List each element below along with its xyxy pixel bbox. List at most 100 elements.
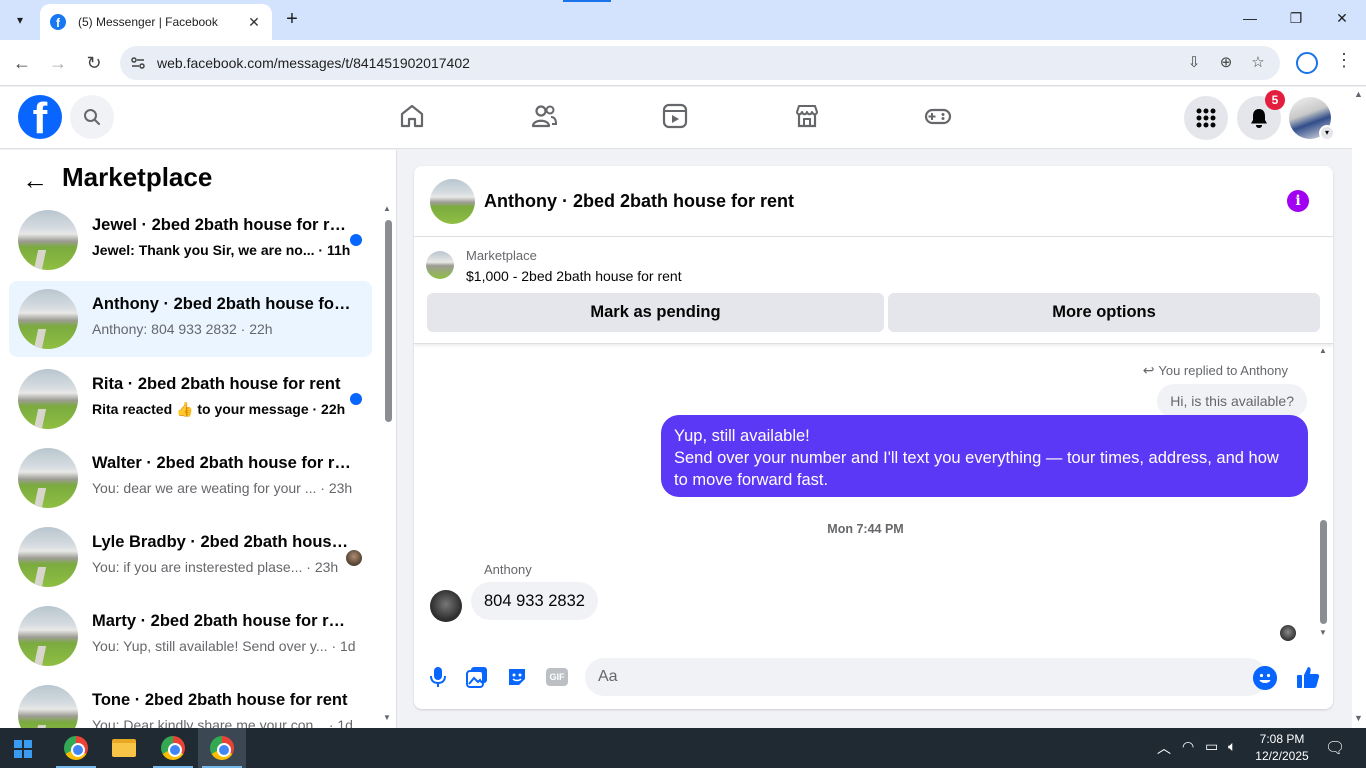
restore-icon[interactable]: ❐ bbox=[1286, 10, 1306, 27]
listing-thumbnail[interactable] bbox=[426, 251, 454, 279]
clock-time: 7:08 PM bbox=[1259, 732, 1305, 746]
microphone-button[interactable] bbox=[425, 664, 451, 690]
battery-icon[interactable]: ▭ bbox=[1205, 738, 1218, 755]
bell-icon bbox=[1251, 109, 1267, 128]
conversation-preview: You: dear we are weating for your ... · … bbox=[92, 480, 353, 496]
conversation-item-marty[interactable]: Marty · 2bed 2bath house for rent You: Y… bbox=[9, 598, 372, 674]
reply-note: ↩ You replied to Anthony bbox=[1143, 362, 1288, 379]
sidebar-scrollbar[interactable] bbox=[385, 220, 392, 422]
search-icon bbox=[84, 109, 100, 125]
clock-date: 12/2/2025 bbox=[1255, 749, 1309, 763]
sticker-icon bbox=[509, 669, 525, 685]
conversation-item-tone[interactable]: Tone · 2bed 2bath house for rent You: De… bbox=[9, 677, 372, 728]
browser-tab[interactable]: f (5) Messenger | Facebook ✕ bbox=[40, 4, 272, 40]
home-icon[interactable] bbox=[398, 102, 426, 130]
sender-avatar[interactable] bbox=[430, 590, 462, 622]
reload-icon[interactable]: ↻ bbox=[83, 52, 105, 74]
browser-profile-icon[interactable] bbox=[1296, 52, 1318, 74]
marketplace-conversation-list: ← Marketplace Jewel · 2bed 2bath house f… bbox=[0, 150, 397, 728]
seen-avatar bbox=[346, 550, 362, 566]
taskbar-chrome-app[interactable] bbox=[52, 728, 100, 768]
facebook-logo-icon[interactable]: f bbox=[18, 95, 62, 139]
quoted-message[interactable]: Hi, is this available? bbox=[1157, 384, 1307, 418]
taskbar-chrome-profile-3[interactable] bbox=[198, 728, 246, 768]
outgoing-message[interactable]: Yup, still available! Send over your num… bbox=[661, 415, 1308, 497]
conversation-name: Marty · 2bed 2bath house for rent bbox=[92, 612, 352, 630]
zoom-icon[interactable]: ⊕ bbox=[1216, 53, 1236, 73]
unread-dot-icon bbox=[350, 234, 362, 246]
window-close-icon[interactable]: ✕ bbox=[1332, 10, 1352, 27]
emoji-icon[interactable] bbox=[1253, 666, 1277, 690]
conversation-item-lyle-bradby[interactable]: Lyle Bradby · 2bed 2bath house for rent … bbox=[9, 519, 372, 595]
scroll-up-arrow-icon[interactable]: ▲ bbox=[383, 204, 391, 213]
unread-dot-icon bbox=[350, 393, 362, 405]
conversation-name: Rita · 2bed 2bath house for rent bbox=[92, 375, 341, 393]
tab-close-icon[interactable]: ✕ bbox=[246, 14, 262, 31]
bookmark-star-icon[interactable]: ☆ bbox=[1248, 53, 1268, 73]
conversation-item-jewel[interactable]: Jewel · 2bed 2bath house for rent Jewel:… bbox=[9, 202, 372, 278]
gaming-icon[interactable] bbox=[924, 102, 952, 130]
search-button[interactable] bbox=[70, 95, 114, 139]
outgoing-message-line: Send over your number and I'll text you … bbox=[674, 449, 1279, 489]
mark-as-pending-button[interactable]: Mark as pending bbox=[427, 293, 884, 332]
conversation-item-walter[interactable]: Walter · 2bed 2bath house for rent You: … bbox=[9, 440, 372, 516]
tab-strip-indicator bbox=[563, 0, 611, 2]
gif-button[interactable]: GIF bbox=[544, 664, 570, 690]
sticker-button[interactable] bbox=[504, 664, 530, 690]
gif-icon: GIF bbox=[546, 668, 568, 686]
tab-search-dropdown-icon[interactable]: ▾ bbox=[6, 8, 34, 32]
install-app-icon[interactable]: ⇩ bbox=[1184, 53, 1204, 73]
listing-label: Marketplace bbox=[466, 248, 537, 263]
reply-arrow-icon: ↩ bbox=[1142, 362, 1159, 378]
volume-icon[interactable]: 🔈︎ bbox=[1228, 738, 1236, 755]
action-center-icon[interactable]: 🗨︎ bbox=[1325, 738, 1345, 758]
forward-arrow-icon[interactable]: → bbox=[47, 52, 69, 74]
conversation-item-anthony[interactable]: Anthony · 2bed 2bath house for rent Anth… bbox=[9, 281, 372, 357]
incoming-message[interactable]: 804 933 2832 bbox=[471, 582, 598, 620]
listing-thumbnail bbox=[18, 527, 78, 587]
more-options-button[interactable]: More options bbox=[888, 293, 1320, 332]
scroll-down-arrow-icon[interactable]: ▼ bbox=[1319, 628, 1327, 637]
chat-scrollbar[interactable] bbox=[1320, 520, 1327, 624]
conversation-item-rita[interactable]: Rita · 2bed 2bath house for rent Rita re… bbox=[9, 361, 372, 437]
message-input[interactable] bbox=[585, 658, 1267, 696]
system-clock[interactable]: 7:08 PM 12/2/2025 bbox=[1250, 731, 1314, 765]
attach-media-button[interactable] bbox=[464, 664, 490, 690]
back-arrow-icon[interactable]: ← bbox=[22, 167, 48, 194]
network-icon[interactable]: ◠ bbox=[1182, 738, 1194, 755]
photo-icon bbox=[466, 667, 487, 688]
page-scroll-down-arrow-icon[interactable]: ▼ bbox=[1354, 713, 1363, 723]
page-scrollbar[interactable] bbox=[1352, 87, 1366, 728]
seen-avatar bbox=[1280, 625, 1296, 641]
site-info-icon[interactable] bbox=[130, 55, 146, 71]
conversation-name: Lyle Bradby · 2bed 2bath house for rent bbox=[92, 533, 352, 551]
info-icon[interactable]: i bbox=[1287, 190, 1309, 212]
chat-listing-avatar[interactable] bbox=[430, 179, 475, 224]
like-send-button[interactable] bbox=[1295, 664, 1321, 690]
back-arrow-icon[interactable]: ← bbox=[11, 52, 33, 74]
chrome-icon bbox=[161, 736, 185, 760]
address-bar[interactable]: web.facebook.com/messages/t/841451902017… bbox=[120, 46, 1280, 80]
chat-title[interactable]: Anthony · 2bed 2bath house for rent bbox=[484, 191, 794, 212]
taskbar-file-explorer[interactable] bbox=[100, 728, 148, 768]
marketplace-icon[interactable] bbox=[793, 102, 821, 130]
taskbar-chrome-profile-2[interactable] bbox=[149, 728, 197, 768]
show-hidden-icons-chevron-up-icon[interactable]: ︿ bbox=[1157, 738, 1171, 758]
scroll-down-arrow-icon[interactable]: ▼ bbox=[383, 713, 391, 722]
browser-menu-icon[interactable]: ⋮ bbox=[1334, 50, 1354, 71]
account-chevron-down-icon[interactable]: ▾ bbox=[1319, 125, 1335, 141]
menu-grid-button[interactable] bbox=[1184, 96, 1228, 140]
microphone-icon bbox=[430, 667, 446, 687]
page-scroll-up-arrow-icon[interactable]: ▲ bbox=[1354, 89, 1363, 99]
scroll-up-arrow-icon[interactable]: ▲ bbox=[1319, 346, 1327, 355]
message-thread: ↩ You replied to Anthony Hi, is this ava… bbox=[414, 345, 1333, 646]
listing-thumbnail bbox=[18, 606, 78, 666]
minimize-icon[interactable]: — bbox=[1240, 10, 1260, 26]
listing-price-title[interactable]: $1,000 - 2bed 2bath house for rent bbox=[466, 268, 682, 284]
video-icon[interactable] bbox=[661, 102, 689, 130]
new-tab-button[interactable]: + bbox=[282, 8, 302, 32]
conversation-name: Anthony · 2bed 2bath house for rent bbox=[92, 295, 352, 313]
friends-icon[interactable] bbox=[530, 102, 558, 130]
windows-start-icon[interactable] bbox=[14, 740, 32, 758]
conversation-preview: You: Dear kindly share me your con... · … bbox=[92, 717, 353, 728]
